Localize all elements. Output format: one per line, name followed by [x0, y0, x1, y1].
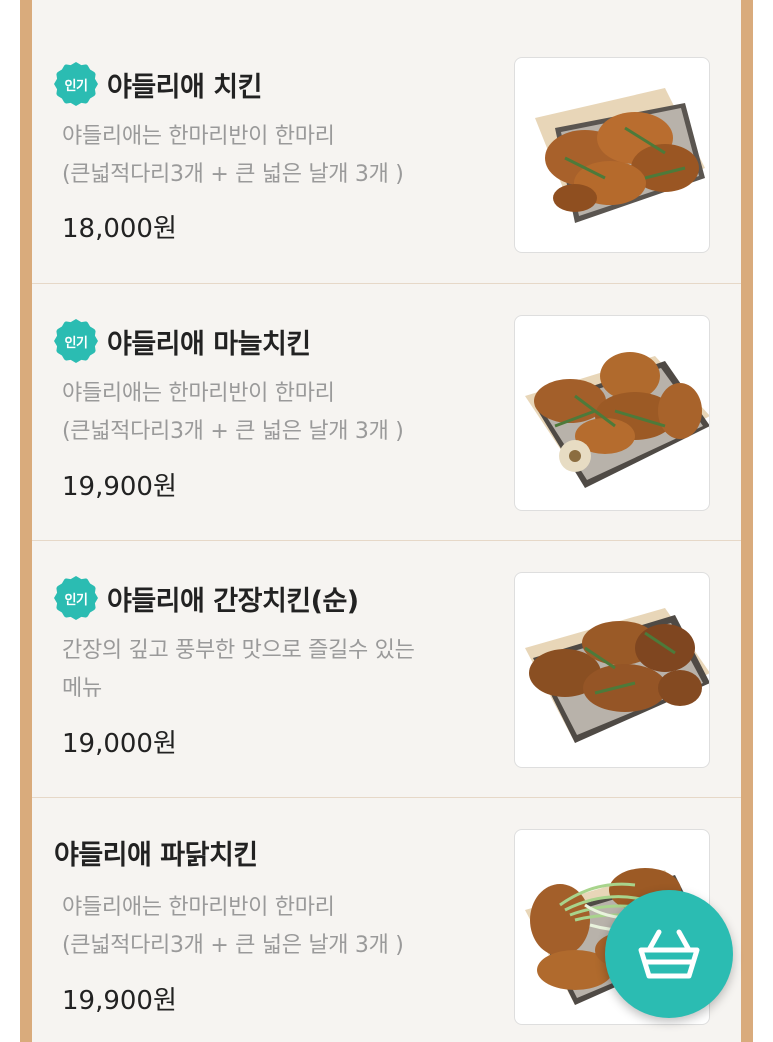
menu-item-image[interactable]: [514, 57, 710, 253]
menu-item-description-line: 야들리애는 한마리반이 한마리: [62, 124, 335, 149]
menu-item-title-row: 인기 야들리애 치킨: [54, 62, 262, 106]
menu-item-price: 19,900원: [62, 986, 177, 1016]
menu-list: 인기 야들리애 치킨 야들리애는 한마리반이 한마리 (큰넓적다리3개 + 큰 …: [32, 0, 741, 1042]
menu-item-image[interactable]: [514, 572, 710, 768]
popular-badge: 인기: [54, 319, 98, 363]
menu-item-name: 야들리애 간장치킨(순): [107, 585, 359, 617]
menu-item-price: 18,000원: [62, 214, 177, 244]
menu-item-description-line: (큰넓적다리3개 + 큰 넓은 날개 3개 ): [62, 162, 404, 187]
menu-item[interactable]: 인기 야들리애 마늘치킨 야들리애는 한마리반이 한마리 (큰넓적다리3개 + …: [32, 284, 741, 541]
menu-item-title-row: 인기 야들리애 간장치킨(순): [54, 576, 359, 620]
menu-item-description-line: (큰넓적다리3개 + 큰 넓은 날개 3개 ): [62, 419, 404, 444]
menu-item-title-row: 야들리애 파닭치킨: [54, 833, 258, 872]
menu-item[interactable]: 인기 야들리애 간장치킨(순) 간장의 깊고 풍부한 맛으로 즐길수 있는 메뉴…: [32, 541, 741, 798]
menu-item-description-line: (큰넓적다리3개 + 큰 넓은 날개 3개 ): [62, 933, 404, 958]
menu-item-description-line: 야들리애는 한마리반이 한마리: [62, 381, 335, 406]
menu-item-price: 19,900원: [62, 472, 177, 502]
cart-button[interactable]: [605, 890, 733, 1018]
menu-item-image[interactable]: [514, 315, 710, 511]
menu-item-title-row: 인기 야들리애 마늘치킨: [54, 319, 311, 363]
menu-item-name: 야들리애 마늘치킨: [107, 328, 311, 360]
popular-badge: 인기: [54, 62, 98, 106]
soy-chicken-tray-icon: [525, 608, 709, 743]
menu-item-description: 간장의 깊고 풍부한 맛으로 즐길수 있는 메뉴: [62, 632, 492, 708]
basket-icon: [638, 929, 700, 979]
popular-badge: 인기: [54, 576, 98, 620]
menu-item-name: 야들리애 치킨: [107, 71, 262, 103]
menu-item-description: 야들리애는 한마리반이 한마리 (큰넓적다리3개 + 큰 넓은 날개 3개 ): [62, 375, 492, 451]
menu-item-description: 야들리애는 한마리반이 한마리 (큰넓적다리3개 + 큰 넓은 날개 3개 ): [62, 118, 492, 194]
garlic-chicken-tray-icon: [525, 352, 709, 488]
menu-item-description-line: 야들리애는 한마리반이 한마리: [62, 895, 335, 920]
menu-item-description: 야들리애는 한마리반이 한마리 (큰넓적다리3개 + 큰 넓은 날개 3개 ): [62, 889, 492, 965]
fried-chicken-tray-icon: [535, 88, 705, 223]
menu-item[interactable]: 인기 야들리애 치킨 야들리애는 한마리반이 한마리 (큰넓적다리3개 + 큰 …: [32, 0, 741, 284]
menu-item-description-line: 간장의 깊고 풍부한 맛으로 즐길수 있는: [62, 638, 415, 663]
menu-item-price: 19,000원: [62, 729, 177, 759]
menu-item-description-line: 메뉴: [62, 676, 102, 701]
menu-item-name: 야들리애 파닭치킨: [54, 840, 258, 871]
